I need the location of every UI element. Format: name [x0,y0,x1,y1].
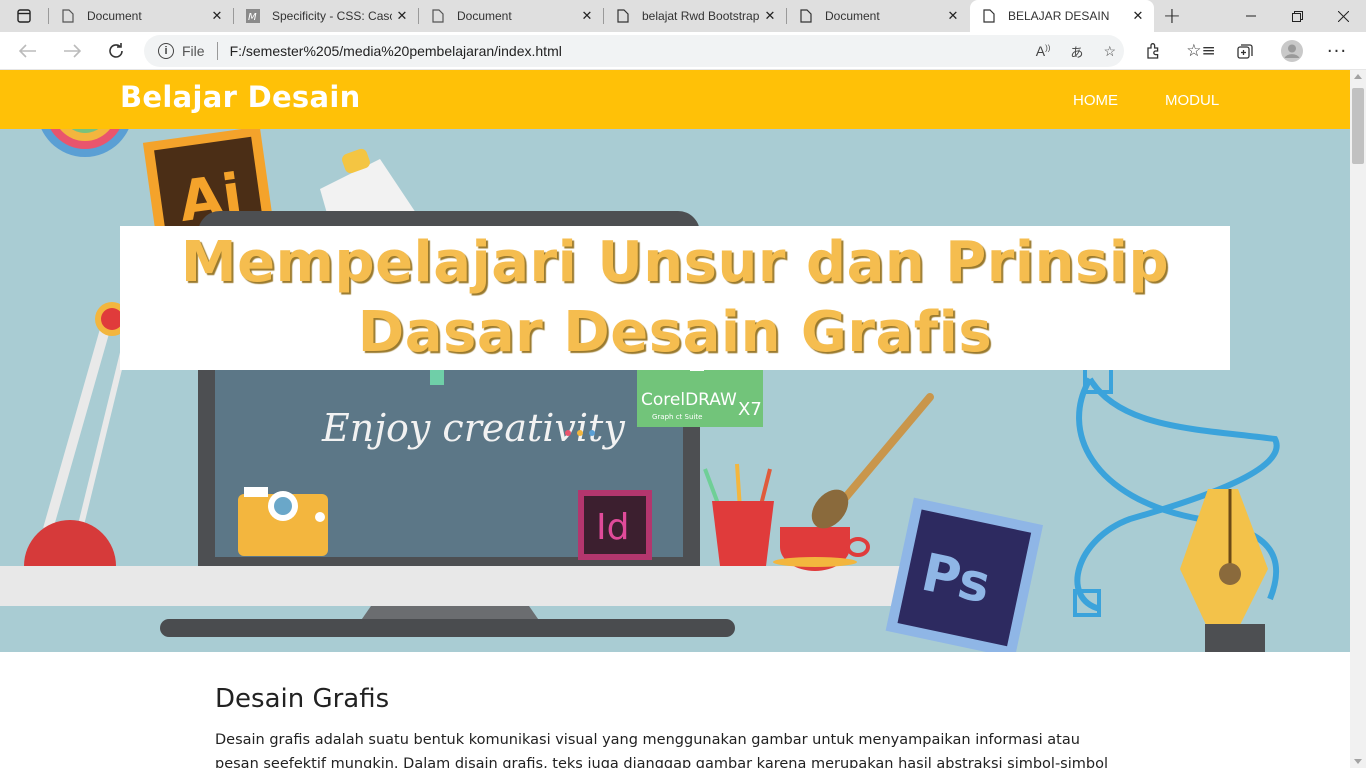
tab-title: Document [457,9,512,23]
collections-icon[interactable] [1232,38,1258,64]
svg-text:X7: X7 [738,399,762,420]
close-icon[interactable]: ✕ [943,8,963,24]
close-icon [1337,10,1349,22]
close-window-button[interactable] [1320,0,1366,32]
plus-icon: + [1162,3,1182,29]
restore-icon [1291,10,1303,22]
hero-title-line2: Dasar Desain Grafis [357,300,993,365]
refresh-button[interactable] [100,36,132,66]
section-heading: Desain Grafis [215,684,390,714]
close-icon[interactable]: ✕ [207,8,227,24]
page-icon [616,8,630,24]
nav-link-modul[interactable]: MODUL [1165,92,1219,109]
content-section: Desain Grafis Desain grafis adalah suatu… [215,684,1115,768]
svg-text:Enjoy creativity: Enjoy creativity [321,406,625,450]
svg-text:Id: Id [596,507,629,548]
favorites-icon[interactable]: ☆≡ [1186,38,1215,64]
scheme-label: File [182,43,205,59]
extensions-icon[interactable] [1140,38,1166,64]
tab-actions-button[interactable] [0,0,48,32]
hero-title-line1: Mempelajari Unsur dan Prinsip [180,230,1170,295]
browser-tab-active[interactable]: BELAJAR DESAIN ✕ [970,0,1154,32]
close-icon[interactable]: ✕ [760,8,780,24]
tab-title: Specificity - CSS: Casca [272,9,392,23]
svg-text:M: M [248,12,257,23]
svg-text:CorelDRAW: CorelDRAW [641,390,737,410]
address-bar[interactable]: i File F:/semester%205/media%20pembelaja… [144,35,1124,67]
tab-title: Document [825,9,880,23]
new-tab-button[interactable]: + [1152,0,1192,32]
translate-icon[interactable]: あ [1070,42,1083,61]
profile-avatar[interactable] [1279,38,1305,64]
close-icon[interactable]: ✕ [392,8,412,24]
mdn-icon: M [246,8,260,24]
browser-tab[interactable]: Document ✕ [419,0,603,32]
page-icon [799,8,813,24]
page-icon [431,8,445,24]
page-viewport: Belajar Desain HOME MODUL Ai Enjoy creat… [0,70,1350,768]
hero-title-box: Mempelajari Unsur dan Prinsip Dasar Desai… [120,226,1230,370]
scroll-up-icon[interactable] [1354,74,1362,79]
site-brand[interactable]: Belajar Desain [120,80,361,114]
scroll-thumb[interactable] [1352,88,1364,164]
page-icon [61,8,75,24]
info-icon[interactable]: i [158,43,174,59]
close-icon[interactable]: ✕ [1128,8,1148,24]
page-icon [982,8,996,24]
tab-title: belajat Rwd Bootstrap [642,9,760,23]
hero-banner: Ai Enjoy creativity CorelDRAW X7 Graph c… [0,129,1350,652]
restore-button[interactable] [1274,0,1320,32]
browser-tab[interactable]: belajat Rwd Bootstrap ✕ [604,0,786,32]
read-aloud-icon[interactable]: A)) [1036,43,1051,59]
site-navbar: Belajar Desain HOME MODUL [0,70,1350,129]
browser-tab[interactable]: Document ✕ [787,0,969,32]
page-scrollbar[interactable] [1350,70,1366,768]
photoshop-icon: Ps [885,497,1044,652]
more-menu-icon[interactable]: ··· [1324,38,1350,64]
scroll-down-icon[interactable] [1354,759,1362,764]
forward-button[interactable] [56,36,88,66]
refresh-icon [109,43,123,58]
close-icon[interactable]: ✕ [577,8,597,24]
section-paragraph: Desain grafis adalah suatu bentuk komuni… [215,732,1108,768]
add-favorite-icon[interactable]: ☆ [1103,43,1116,60]
tab-title: BELAJAR DESAIN [1008,9,1110,23]
tab-strip: Document ✕ M Specificity - CSS: Casca ✕ … [0,0,1366,32]
url-text[interactable]: F:/semester%205/media%20pembelajaran/ind… [230,43,562,59]
forward-arrow-icon [64,44,81,58]
browser-tab[interactable]: M Specificity - CSS: Casca ✕ [234,0,418,32]
hero-illustration: Ai Enjoy creativity CorelDRAW X7 Graph c… [0,129,1280,652]
tab-title: Document [87,9,142,23]
minimize-button[interactable] [1228,0,1274,32]
hero-title: Mempelajari Unsur dan Prinsip Dasar Desai… [181,228,1169,368]
minimize-icon [1246,15,1256,17]
tab-actions-icon [17,9,31,23]
back-arrow-icon [19,44,36,58]
toolbar: i File F:/semester%205/media%20pembelaja… [0,32,1366,70]
back-button[interactable] [12,36,44,66]
browser-tab[interactable]: Document ✕ [49,0,233,32]
svg-text:Graph ct Suite: Graph ct Suite [652,413,702,421]
nav-link-home[interactable]: HOME [1073,92,1118,109]
